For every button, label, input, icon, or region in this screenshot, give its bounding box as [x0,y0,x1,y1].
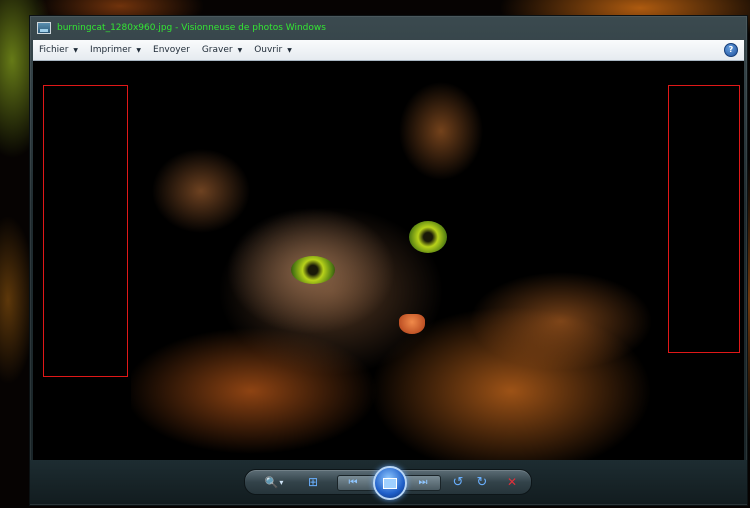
menu-fichier[interactable]: Fichier ▼ [33,41,84,59]
chevron-down-icon: ▼ [287,46,292,54]
delete-button[interactable]: ✕ [503,474,521,490]
rotate-counterclockwise-button[interactable]: ↺ [449,474,467,490]
cat-photo [131,61,654,460]
slideshow-button[interactable] [373,466,407,500]
rotate-counterclockwise-icon: ↺ [452,474,464,490]
next-icon: ⏭ [418,476,428,488]
actual-size-icon: ⊞ [307,475,319,489]
chevron-down-icon: ▾ [279,477,284,487]
menu-bar: Fichier ▼ Imprimer ▼ Envoyer Graver ▼ Ou… [33,40,744,61]
previous-icon: ⏮ [348,476,358,488]
delete-icon: ✕ [506,475,518,489]
rotate-clockwise-button[interactable]: ↻ [473,474,491,490]
menu-ouvrir[interactable]: Ouvrir ▼ [248,41,298,59]
photo-viewer-icon [37,22,51,34]
chevron-down-icon: ▼ [73,46,79,54]
cat-eye-left [291,256,335,284]
help-icon[interactable]: ? [724,43,738,57]
magnifier-icon: 🔍 [264,475,279,489]
menu-ouvrir-label: Ouvrir [254,45,283,55]
highlight-box-left [43,85,128,377]
previous-button[interactable]: ⏮ [343,474,363,490]
next-button[interactable]: ⏭ [413,474,433,490]
zoom-button[interactable]: 🔍 ▾ [259,474,289,490]
cat-eye-right [409,221,447,253]
slideshow-icon [383,477,397,489]
chevron-down-icon: ▼ [136,46,142,54]
chevron-down-icon: ▼ [237,46,243,54]
menu-graver-label: Graver [201,45,233,55]
image-viewport [33,61,744,460]
menu-fichier-label: Fichier [39,45,69,55]
rotate-clockwise-icon: ↻ [476,474,488,490]
window-title: burningcat_1280x960.jpg - Visionneuse de… [57,23,326,33]
cat-nose [399,314,425,334]
actual-size-button[interactable]: ⊞ [303,474,323,490]
menu-envoyer[interactable]: Envoyer [147,41,196,59]
playback-controls: 🔍 ▾ ⊞ ⏮ ⏭ ↺ ↻ ✕ [244,466,532,500]
menu-graver[interactable]: Graver ▼ [196,41,248,59]
menu-imprimer[interactable]: Imprimer ▼ [84,41,147,59]
highlight-box-right [668,85,740,353]
title-bar: burningcat_1280x960.jpg - Visionneuse de… [30,16,747,40]
control-bar: 🔍 ▾ ⊞ ⏮ ⏭ ↺ ↻ ✕ [30,460,747,504]
menu-imprimer-label: Imprimer [90,45,132,55]
photo-viewer-window: burningcat_1280x960.jpg - Visionneuse de… [29,15,748,506]
menu-envoyer-label: Envoyer [153,45,190,55]
